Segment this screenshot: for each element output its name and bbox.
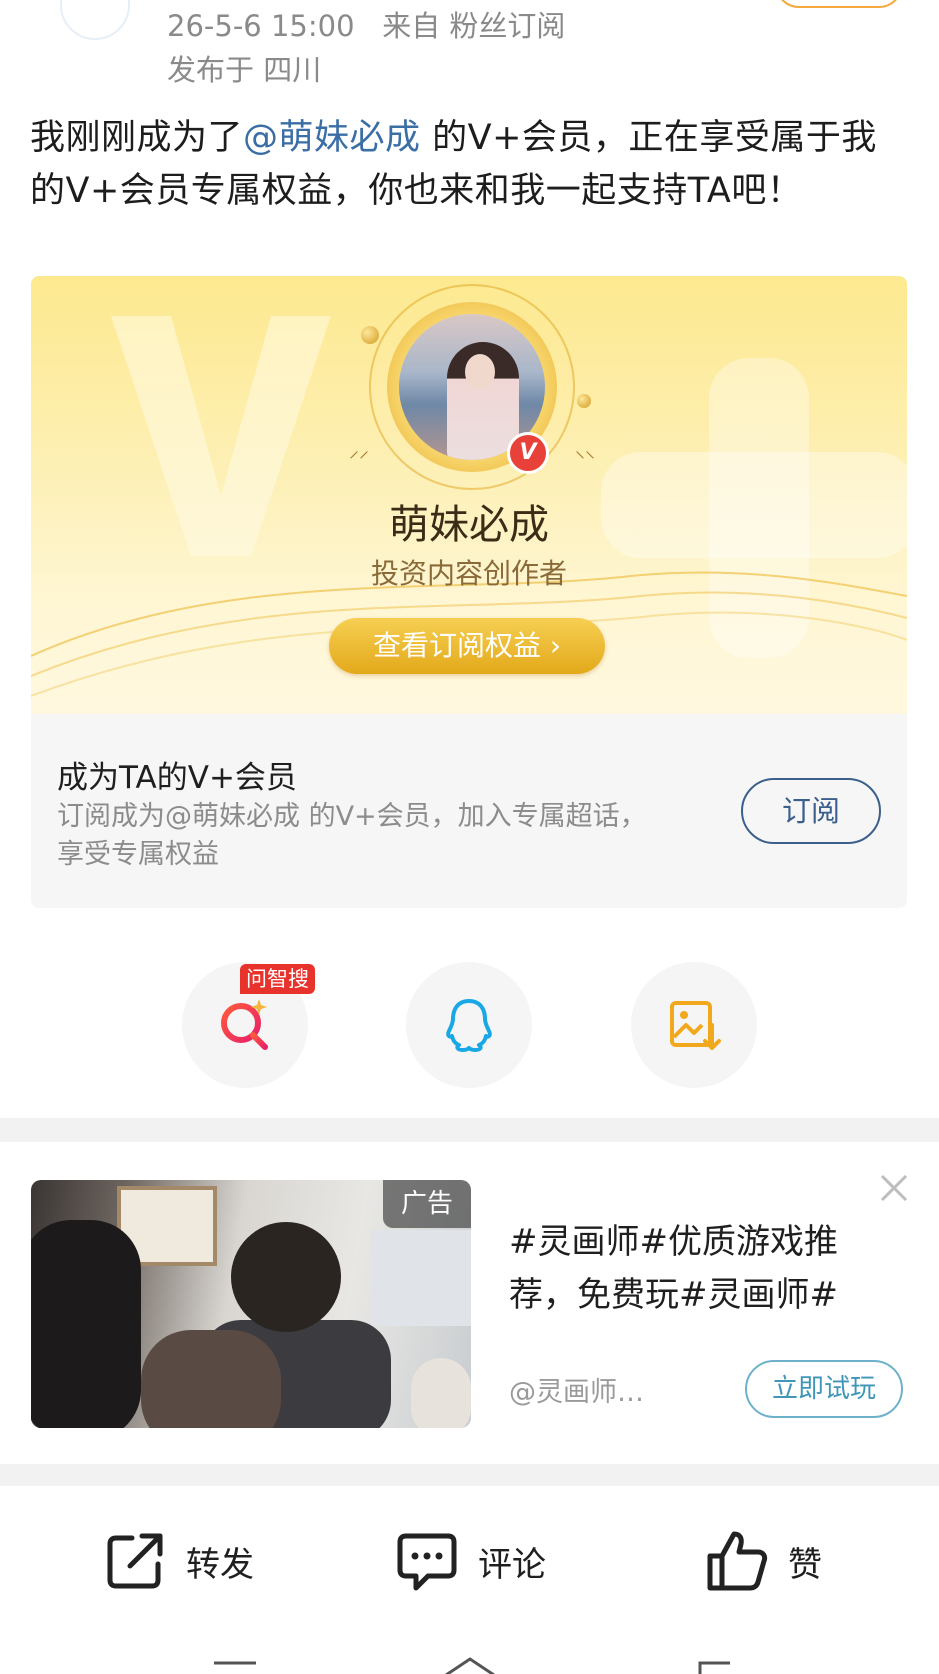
post-meta: 26-5-6 15:00 来自 粉丝订阅 发布于 四川 — [167, 4, 565, 92]
gold-orb-icon — [577, 394, 591, 408]
section-divider — [0, 1464, 939, 1486]
gold-orb-icon — [361, 326, 379, 344]
creator-name: 萌妹必成 — [389, 502, 549, 548]
ad-source: @灵画师… — [509, 1377, 644, 1408]
subscribe-description: 订阅成为@萌妹必成 的V+会员，加入专属超话，享受专属权益 — [57, 801, 647, 870]
ad-image-person — [31, 1220, 141, 1428]
follow-button[interactable] — [775, 0, 903, 8]
zhisou-badge: 问智搜 — [240, 964, 315, 994]
ad-image-shelf — [371, 1230, 471, 1326]
home-icon[interactable] — [440, 1656, 500, 1674]
creator-role: 投资内容创作者 — [370, 557, 567, 590]
subscribe-panel: 成为TA的V+会员 订阅成为@萌妹必成 的V+会员，加入专属超话，享受专属权益 … — [31, 714, 907, 908]
repost-icon — [107, 1533, 163, 1589]
qq-share-button[interactable] — [406, 962, 532, 1088]
thumbs-up-icon — [707, 1531, 768, 1591]
post-body: 我刚刚成为了@萌妹必成 的V+会员，正在享受属于我的V+会员专属权益，你也来和我… — [30, 112, 910, 218]
save-image-icon — [670, 1001, 721, 1050]
repost-label: 转发 — [186, 1544, 254, 1585]
subscribe-button[interactable]: 订阅 — [741, 778, 881, 844]
ad-image-person — [231, 1222, 341, 1332]
post-source: 来自 粉丝订阅 — [382, 9, 566, 43]
sparkle-ticks-icon: ⸝⸝ — [349, 438, 369, 462]
comment-label: 评论 — [478, 1544, 546, 1585]
author-avatar[interactable] — [60, 0, 130, 40]
qq-icon — [446, 999, 492, 1052]
back-icon[interactable] — [690, 1656, 740, 1674]
post-timestamp: 26-5-6 15:00 — [167, 9, 355, 43]
repost-button[interactable]: 转发 — [102, 1526, 254, 1596]
zhisou-search-icon — [221, 999, 268, 1050]
ad-image-person — [411, 1358, 471, 1428]
like-button[interactable]: 赞 — [704, 1526, 822, 1596]
try-now-button[interactable]: 立即试玩 — [745, 1360, 903, 1418]
comment-button[interactable]: 评论 — [394, 1526, 546, 1596]
mention-link[interactable]: @萌妹必成 — [243, 118, 421, 158]
post-location: 发布于 四川 — [167, 53, 322, 87]
ad-label: 广告 — [383, 1180, 471, 1228]
verified-v-badge-icon: V — [507, 432, 549, 474]
save-image-button[interactable] — [631, 962, 757, 1088]
sparkle-ticks-icon: ⸜⸜ — [575, 438, 595, 462]
view-benefits-button[interactable]: 查看订阅权益 › — [329, 618, 605, 674]
ad-image-person — [141, 1330, 281, 1428]
close-icon[interactable] — [878, 1172, 910, 1204]
ad-title[interactable]: #灵画师#优质游戏推荐，免费玩#灵画师# — [509, 1216, 899, 1322]
menu-icon[interactable] — [210, 1656, 260, 1674]
comment-icon — [397, 1533, 457, 1591]
post-meta-row: 26-5-6 15:00 来自 粉丝订阅 — [167, 4, 565, 48]
post-text-before: 我刚刚成为了 — [30, 118, 244, 158]
action-bar: 转发 评论 赞 — [0, 1486, 939, 1626]
avatar-face-shape — [465, 354, 495, 390]
section-divider — [0, 1118, 939, 1142]
vplus-card[interactable]: V ⸝⸝ ⸜⸜ 萌妹必成 投资内容创作者 查看订阅权益 › — [31, 276, 907, 714]
subscribe-title: 成为TA的V+会员 — [57, 760, 297, 796]
like-label: 赞 — [788, 1544, 822, 1585]
